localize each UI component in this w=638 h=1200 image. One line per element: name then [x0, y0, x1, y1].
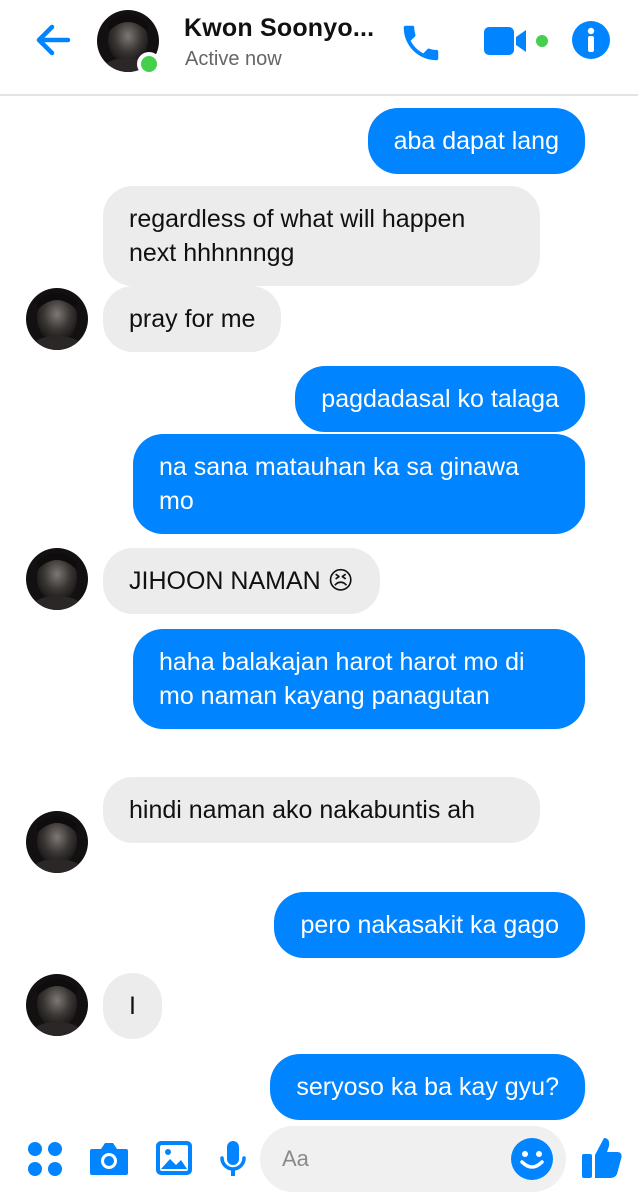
gallery-button[interactable]: [153, 1138, 195, 1183]
like-button[interactable]: [580, 1134, 624, 1185]
online-status-dot: [137, 52, 161, 76]
message-outgoing[interactable]: haha balakajan harot harot mo di mo nama…: [133, 629, 585, 729]
message-outgoing[interactable]: na sana matauhan ka sa ginawa mo: [133, 434, 585, 534]
message-input-placeholder: Aa: [282, 1146, 309, 1171]
message-incoming[interactable]: regardless of what will happen next hhhn…: [103, 186, 540, 286]
camera-button[interactable]: [88, 1138, 130, 1183]
message-list[interactable]: aba dapat lang regardless of what will h…: [0, 98, 638, 1120]
message-incoming[interactable]: pray for me: [103, 286, 282, 352]
message-incoming[interactable]: hindi naman ako nakabuntis ah: [103, 777, 540, 843]
info-icon: [572, 21, 610, 59]
camera-icon: [90, 1143, 128, 1175]
video-camera-icon: [484, 27, 548, 55]
message-composer: Aa: [0, 1120, 638, 1200]
message-incoming[interactable]: I: [103, 973, 162, 1039]
active-status: Active now: [185, 48, 282, 70]
info-button[interactable]: [571, 20, 611, 65]
message-input[interactable]: Aa: [260, 1126, 566, 1192]
image-icon: [156, 1141, 192, 1175]
four-dots-icon: [28, 1142, 62, 1176]
conversation-header: Kwon Soonyo... Active now: [0, 0, 638, 96]
more-actions-button[interactable]: [26, 1140, 64, 1183]
message-incoming[interactable]: JIHOON NAMAN 😣: [103, 548, 380, 614]
back-button[interactable]: [30, 18, 80, 62]
contact-avatar-small: [26, 811, 88, 873]
phone-icon: [403, 25, 439, 61]
message-outgoing[interactable]: aba dapat lang: [367, 108, 585, 174]
voice-record-button[interactable]: [218, 1138, 248, 1185]
video-call-button[interactable]: [482, 24, 556, 63]
contact-avatar[interactable]: [97, 10, 163, 76]
persevering-face-emoji: 😣: [327, 567, 354, 595]
smiley-icon: [511, 1138, 553, 1180]
emoji-button[interactable]: [509, 1136, 555, 1187]
contact-avatar-small: [26, 974, 88, 1036]
message-outgoing[interactable]: seryoso ka ba kay gyu?: [270, 1054, 585, 1120]
message-outgoing[interactable]: pero nakasakit ka gago: [274, 892, 585, 958]
back-arrow-icon: [36, 24, 71, 56]
message-text: JIHOON NAMAN: [129, 567, 321, 595]
contact-avatar-small: [26, 288, 88, 350]
call-button[interactable]: [398, 20, 444, 71]
thumbs-up-icon: [582, 1138, 622, 1178]
contact-avatar-small: [26, 548, 88, 610]
contact-name[interactable]: Kwon Soonyo...: [184, 14, 374, 43]
message-outgoing[interactable]: pagdadasal ko talaga: [295, 366, 585, 432]
microphone-icon: [220, 1141, 246, 1176]
